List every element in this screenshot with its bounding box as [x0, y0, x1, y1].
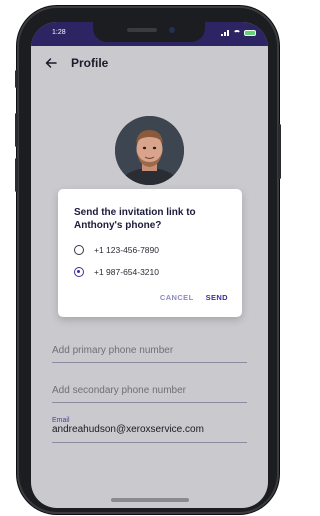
front-camera [169, 27, 175, 33]
phone-mute-switch [15, 70, 18, 88]
phone-option-1[interactable]: +1 123-456-7890 [74, 245, 159, 255]
secondary-phone-placeholder: Add secondary phone number [52, 385, 186, 396]
invitation-dialog: Send the invitation link to Anthony's ph… [58, 189, 242, 317]
dialog-title: Send the invitation link to Anthony's ph… [74, 207, 196, 231]
dialog-actions: CANCEL SEND [160, 293, 228, 302]
phone-option-1-label: +1 123-456-7890 [94, 245, 159, 255]
battery-icon [244, 29, 256, 36]
cancel-button[interactable]: CANCEL [160, 293, 194, 302]
wifi-icon [233, 29, 241, 36]
primary-phone-field[interactable]: Add primary phone number [52, 340, 247, 363]
radio-unchecked-icon[interactable] [74, 245, 84, 255]
send-button[interactable]: SEND [206, 293, 228, 302]
profile-avatar[interactable] [115, 116, 184, 185]
phone-option-2-label: +1 987-654-3210 [94, 267, 159, 277]
email-label: Email [52, 417, 70, 424]
email-value: andreahudson@xeroxservice.com [52, 424, 204, 435]
notch [93, 22, 205, 42]
speaker-grille [127, 28, 157, 32]
page-title: Profile [71, 56, 109, 70]
radio-checked-icon[interactable] [74, 267, 84, 277]
back-arrow-icon[interactable] [44, 56, 58, 70]
status-time: 1:28 [52, 29, 66, 36]
avatar-image [115, 116, 184, 185]
phone-volume-up [15, 113, 18, 147]
primary-phone-placeholder: Add primary phone number [52, 345, 174, 356]
home-indicator[interactable] [111, 498, 189, 502]
status-icons [221, 29, 256, 36]
secondary-phone-field[interactable]: Add secondary phone number [52, 380, 247, 403]
phone-option-2[interactable]: +1 987-654-3210 [74, 267, 159, 277]
email-field[interactable]: Email andreahudson@xeroxservice.com [52, 417, 247, 443]
phone-power-button [278, 124, 281, 179]
signal-icon [221, 29, 230, 36]
phone-volume-down [15, 158, 18, 192]
status-bar: 1:28 [31, 22, 268, 46]
top-app-bar: Profile [31, 54, 268, 76]
app-screen: 1:28 Profile Add primary phone number Ad… [31, 22, 268, 508]
